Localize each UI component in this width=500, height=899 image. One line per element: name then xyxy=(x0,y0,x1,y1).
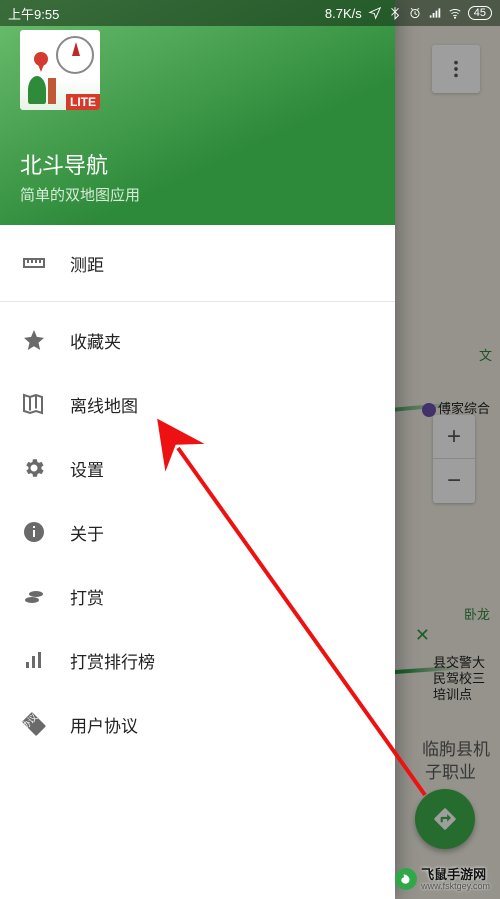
star-icon xyxy=(22,328,70,352)
compass-icon xyxy=(56,36,94,74)
menu-item-settings[interactable]: 设置 xyxy=(0,436,395,500)
app-name: 北斗导航 xyxy=(20,148,375,180)
battery-indicator: 45 xyxy=(468,6,492,20)
bar-chart-icon xyxy=(22,648,70,672)
status-time: 上午9:55 xyxy=(8,4,59,23)
bluetooth-icon xyxy=(388,6,402,20)
drawer-header: LITE 北斗导航 简单的双地图应用 xyxy=(0,0,395,225)
lite-badge: LITE xyxy=(66,94,100,110)
gear-icon xyxy=(22,456,70,480)
watermark: 飞鼠手游网 www.fsktgey.com xyxy=(395,868,490,891)
device-frame: ✕ 市 傅家综合 文 卧龙 县交警大 民驾校三 培训点 临朐县机 子职业 + −… xyxy=(0,0,500,899)
tower-icon xyxy=(48,78,56,104)
divider xyxy=(0,301,395,302)
menu-label: 关于 xyxy=(70,520,104,545)
menu-item-offline-map[interactable]: 离线地图 xyxy=(0,372,395,436)
net-speed: 8.7K/s xyxy=(325,6,362,21)
pin-icon xyxy=(34,52,48,66)
menu-item-agreement[interactable]: 协议 用户协议 xyxy=(0,692,395,756)
menu-label: 设置 xyxy=(70,456,104,481)
app-icon: LITE xyxy=(20,30,100,110)
menu-item-about[interactable]: 关于 xyxy=(0,500,395,564)
signal-icon xyxy=(428,6,442,20)
location-icon xyxy=(368,6,382,20)
watermark-url: www.fsktgey.com xyxy=(421,882,490,891)
status-bar: 上午9:55 8.7K/s 45 xyxy=(0,0,500,26)
agreement-icon: 协议 xyxy=(22,712,70,736)
map-icon xyxy=(22,392,70,416)
alarm-icon xyxy=(408,6,422,20)
menu-label: 测距 xyxy=(70,251,104,276)
coins-icon xyxy=(22,584,70,608)
ruler-icon xyxy=(22,251,70,275)
drawer-menu-list: 测距 收藏夹 离线地图 设置 xyxy=(0,225,395,899)
menu-label: 打赏 xyxy=(70,584,104,609)
watermark-logo-icon xyxy=(395,868,417,890)
navigation-drawer: LITE 北斗导航 简单的双地图应用 测距 收藏夹 xyxy=(0,0,395,899)
menu-label: 离线地图 xyxy=(70,392,138,417)
menu-item-rank[interactable]: 打赏排行榜 xyxy=(0,628,395,692)
menu-label: 收藏夹 xyxy=(70,328,121,353)
tree-icon xyxy=(28,76,46,104)
menu-label: 用户协议 xyxy=(70,712,138,737)
menu-item-donate[interactable]: 打赏 xyxy=(0,564,395,628)
menu-item-measure[interactable]: 测距 xyxy=(0,231,395,295)
menu-label: 打赏排行榜 xyxy=(70,648,155,673)
app-subtitle: 简单的双地图应用 xyxy=(20,184,375,205)
watermark-name: 飞鼠手游网 xyxy=(421,868,490,882)
info-icon xyxy=(22,520,70,544)
wifi-icon xyxy=(448,6,462,20)
menu-item-favorites[interactable]: 收藏夹 xyxy=(0,308,395,372)
